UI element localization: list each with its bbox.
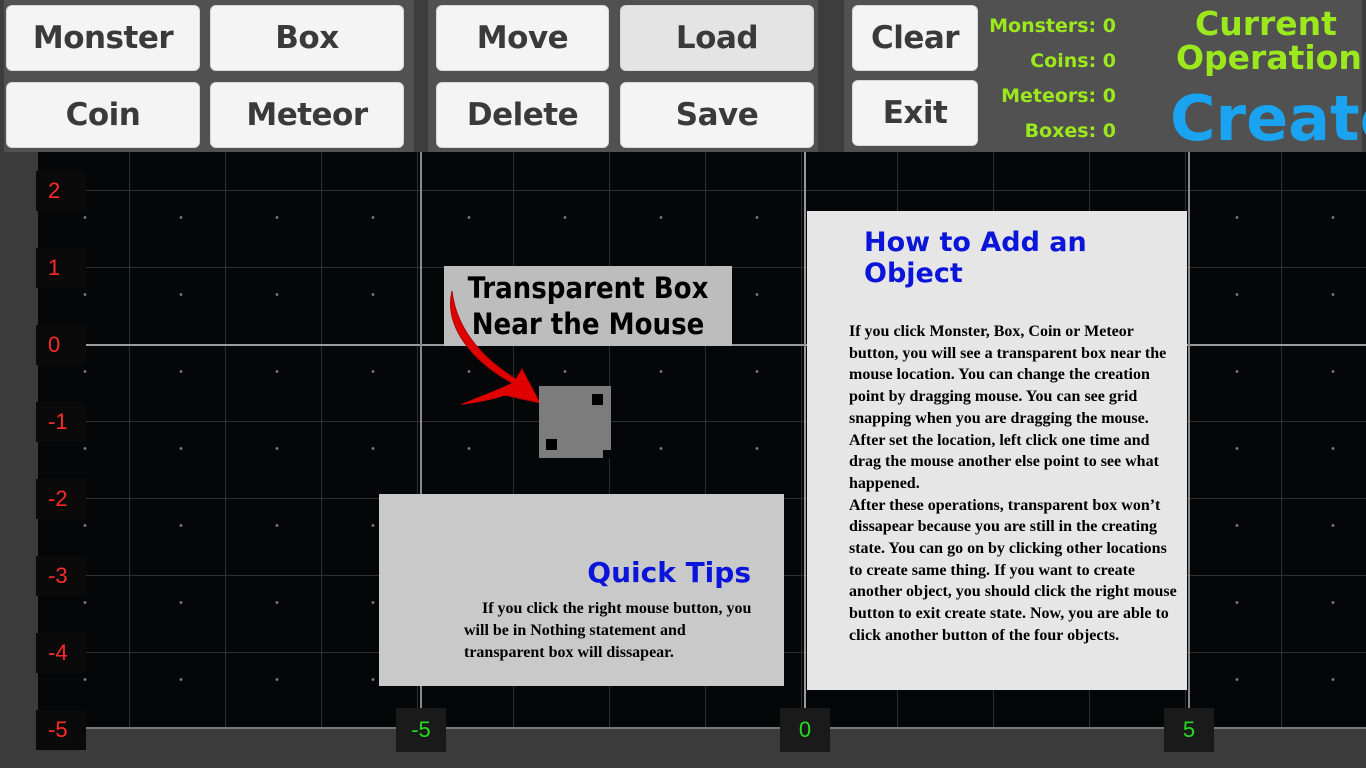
- y-tick-label: -2: [36, 479, 86, 519]
- x-tick-label: -5: [396, 708, 446, 752]
- quick-tips-title: Quick Tips: [587, 556, 751, 589]
- load-button[interactable]: Load: [620, 5, 814, 71]
- howto-body: If you click Monster, Box, Coin or Meteo…: [849, 323, 1177, 644]
- monsters-counter: Monsters: 0: [989, 15, 1116, 37]
- monster-button[interactable]: Monster: [6, 5, 200, 71]
- howto-panel: How to Add an Object If you click Monste…: [807, 211, 1187, 690]
- operation-title-line2: Operation: [1176, 38, 1362, 77]
- y-tick-label: -5: [36, 710, 86, 750]
- quick-tips-body: If you click the right mouse button, you…: [464, 600, 752, 661]
- y-tick-label: -3: [36, 556, 86, 596]
- move-button[interactable]: Move: [436, 5, 609, 71]
- quick-tips-panel: Quick Tips If you click the right mouse …: [379, 494, 784, 686]
- transparent-preview-box[interactable]: [539, 386, 611, 458]
- y-tick-label: -4: [36, 633, 86, 673]
- pointer-arrow-icon: [450, 290, 541, 405]
- howto-title: How to Add an Object: [864, 227, 1087, 289]
- y-axis-line: [804, 152, 806, 728]
- delete-button[interactable]: Delete: [436, 82, 609, 148]
- meteor-button[interactable]: Meteor: [210, 82, 404, 148]
- left-margin: [0, 152, 38, 728]
- save-button[interactable]: Save: [620, 82, 814, 148]
- bottom-margin: [0, 728, 1366, 768]
- box-corner-dot: [546, 439, 557, 450]
- x-tick-label: 0: [780, 708, 830, 752]
- y-tick-label: -1: [36, 402, 86, 442]
- y-tick-label: 0: [36, 325, 86, 365]
- coin-button[interactable]: Coin: [6, 82, 200, 148]
- box-button[interactable]: Box: [210, 5, 404, 71]
- box-notch: [603, 450, 611, 458]
- boxes-counter: Boxes: 0: [1024, 120, 1116, 142]
- coins-counter: Coins: 0: [1030, 50, 1116, 72]
- meteors-counter: Meteors: 0: [1001, 85, 1116, 107]
- grid-line-x-5: [1188, 152, 1190, 728]
- y-tick-label: 2: [36, 171, 86, 211]
- box-corner-dot: [592, 394, 603, 405]
- current-mode: Create: [1170, 82, 1366, 155]
- toolbar: Monster Box Coin Meteor Move Load Delete…: [0, 0, 1366, 155]
- x-tick-label: 5: [1164, 708, 1214, 752]
- y-tick-label: 1: [36, 248, 86, 288]
